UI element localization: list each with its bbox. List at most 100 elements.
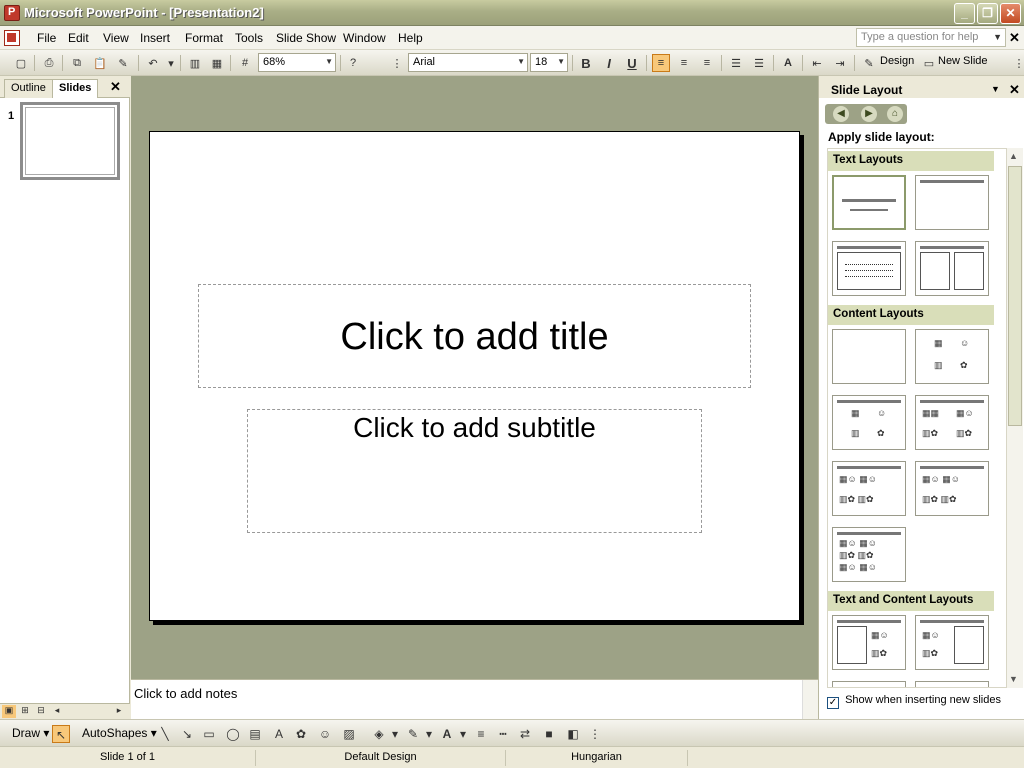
menu-slide-show[interactable]: Slide Show bbox=[276, 31, 336, 45]
task-pane-scrollbar[interactable]: ▲ ▼ bbox=[1007, 148, 1023, 688]
undo-dropdown-icon[interactable]: ▾ bbox=[162, 54, 180, 72]
layout-title-two-column-text[interactable] bbox=[915, 241, 989, 296]
show-when-inserting-option[interactable]: ✓ Show when inserting new slides bbox=[827, 694, 1001, 709]
menu-file[interactable]: File bbox=[37, 31, 56, 45]
bold-button[interactable]: B bbox=[577, 54, 595, 72]
menu-format[interactable]: Format bbox=[185, 31, 223, 45]
scroll-up-icon[interactable]: ▲ bbox=[1009, 151, 1018, 161]
layout-title-only[interactable] bbox=[915, 175, 989, 230]
arrow-style-icon[interactable]: ⇄ bbox=[516, 725, 534, 743]
font-color-dropdown-icon[interactable]: ▾ bbox=[454, 725, 472, 743]
powerpoint-app-icon[interactable] bbox=[4, 5, 20, 21]
title-placeholder[interactable]: Click to add title bbox=[198, 284, 751, 388]
line-icon[interactable]: ╲ bbox=[156, 725, 174, 743]
menu-help[interactable]: Help bbox=[398, 31, 423, 45]
layout-title-and-two-content[interactable]: ▦▦ ▦☺ ▥✿ ▥✿ bbox=[915, 395, 989, 450]
bullets-icon[interactable]: ☰ bbox=[750, 54, 768, 72]
layout-title-text-content[interactable]: ▦☺ ▥✿ bbox=[832, 615, 906, 670]
scroll-right-icon[interactable]: ▸ bbox=[112, 705, 126, 718]
wordart-icon[interactable]: A bbox=[270, 725, 288, 743]
menu-tools[interactable]: Tools bbox=[235, 31, 263, 45]
home-icon[interactable]: ⌂ bbox=[887, 106, 903, 122]
layout-partial[interactable] bbox=[915, 681, 989, 687]
increase-font-icon[interactable]: A bbox=[779, 54, 797, 72]
font-select[interactable]: Arial ▼ bbox=[408, 53, 528, 72]
picture-icon[interactable]: ▨ bbox=[340, 725, 358, 743]
document-icon[interactable] bbox=[4, 30, 20, 46]
layout-two-over-content[interactable]: ▦☺ ▦☺ ▥✿ ▥✿ bbox=[915, 461, 989, 516]
rectangle-icon[interactable]: ▭ bbox=[200, 725, 218, 743]
toolbar-options-icon[interactable]: ⋮ bbox=[586, 725, 604, 743]
forward-icon[interactable]: ▶ bbox=[861, 106, 877, 122]
oval-icon[interactable]: ◯ bbox=[224, 725, 242, 743]
design-icon[interactable]: ✎ bbox=[860, 54, 878, 72]
table-icon[interactable]: ▦ bbox=[208, 54, 226, 72]
toolbar-options-icon[interactable]: ⋮ bbox=[388, 54, 406, 72]
close-icon[interactable]: ✕ bbox=[110, 79, 121, 95]
help-dropdown-icon[interactable]: ▼ bbox=[993, 32, 1002, 42]
layout-four-content[interactable]: ▦☺ ▦☺ ▥✿ ▥✿ ▦☺ ▦☺ bbox=[832, 527, 906, 582]
layout-title-and-text[interactable] bbox=[832, 241, 906, 296]
underline-button[interactable]: U bbox=[623, 54, 641, 72]
help-search-input[interactable]: Type a question for help ▼ bbox=[856, 28, 1006, 47]
tab-outline[interactable]: Outline bbox=[4, 79, 53, 98]
copy-icon[interactable]: ⧉ bbox=[68, 54, 86, 72]
tab-slides[interactable]: Slides bbox=[52, 79, 99, 98]
grid-icon[interactable]: # bbox=[236, 54, 254, 72]
scroll-left-icon[interactable]: ◂ bbox=[50, 705, 64, 718]
fill-color-dropdown-icon[interactable]: ▾ bbox=[386, 725, 404, 743]
show-checkbox[interactable]: ✓ bbox=[827, 697, 839, 709]
menu-view[interactable]: View bbox=[103, 31, 129, 45]
toolbar-options-icon[interactable]: ⋮ bbox=[1010, 54, 1024, 72]
menu-window[interactable]: Window bbox=[343, 31, 386, 45]
clipart-icon[interactable]: ☺ bbox=[316, 725, 334, 743]
increase-indent-icon[interactable]: ⇥ bbox=[831, 54, 849, 72]
notes-scrollbar[interactable] bbox=[802, 680, 818, 720]
chart-icon[interactable]: ▥ bbox=[186, 54, 204, 72]
document-close-icon[interactable]: ✕ bbox=[1009, 30, 1020, 46]
layout-title-and-content[interactable]: ▦ ☺ ▥ ✿ bbox=[832, 395, 906, 450]
draw-menu-button[interactable]: Draw ▾ bbox=[12, 726, 49, 740]
zoom-select[interactable]: 68% ▼ bbox=[258, 53, 336, 72]
layout-title-slide[interactable] bbox=[832, 175, 906, 230]
diagram-icon[interactable]: ✿ bbox=[292, 725, 310, 743]
decrease-indent-icon[interactable]: ⇤ bbox=[808, 54, 826, 72]
scrollbar-thumb[interactable] bbox=[1008, 166, 1022, 426]
autoshapes-menu-button[interactable]: AutoShapes ▾ bbox=[82, 726, 157, 740]
back-icon[interactable]: ◀ bbox=[833, 106, 849, 122]
slide-canvas[interactable]: Click to add title Click to add subtitle bbox=[149, 131, 800, 621]
design-button[interactable]: Design bbox=[880, 55, 914, 67]
normal-view-icon[interactable]: ▣ bbox=[2, 705, 16, 718]
line-color-dropdown-icon[interactable]: ▾ bbox=[420, 725, 438, 743]
font-size-select[interactable]: 18 ▼ bbox=[530, 53, 568, 72]
line-style-icon[interactable]: ≡ bbox=[472, 725, 490, 743]
notes-placeholder[interactable]: Click to add notes bbox=[134, 686, 237, 701]
new-icon[interactable]: ▢ bbox=[12, 54, 30, 72]
new-slide-button[interactable]: New Slide bbox=[938, 55, 988, 67]
slide-thumbnail-frame[interactable] bbox=[20, 102, 120, 180]
undo-icon[interactable]: ↶ bbox=[144, 54, 162, 72]
scroll-down-icon[interactable]: ▼ bbox=[1009, 674, 1018, 684]
menu-insert[interactable]: Insert bbox=[140, 31, 170, 45]
paste-icon[interactable]: 📋 bbox=[91, 54, 109, 72]
select-pointer-icon[interactable]: ↖ bbox=[52, 725, 70, 743]
italic-button[interactable]: I bbox=[600, 54, 618, 72]
layout-partial[interactable] bbox=[832, 681, 906, 687]
align-right-icon[interactable]: ≡ bbox=[698, 54, 716, 72]
menu-edit[interactable]: Edit bbox=[68, 31, 89, 45]
align-center-icon[interactable]: ≡ bbox=[675, 54, 693, 72]
textbox-icon[interactable]: ▤ bbox=[246, 725, 264, 743]
dash-style-icon[interactable]: ┅ bbox=[494, 725, 512, 743]
align-left-icon[interactable]: ≡ bbox=[652, 54, 670, 72]
layout-blank[interactable] bbox=[832, 329, 906, 384]
layout-title-content-text[interactable]: ▦☺ ▥✿ bbox=[915, 615, 989, 670]
slide-thumbnail[interactable] bbox=[20, 102, 122, 256]
minimize-button[interactable]: _ bbox=[954, 3, 975, 24]
layout-content[interactable]: ▦ ☺ ▥ ✿ bbox=[915, 329, 989, 384]
close-button[interactable]: ✕ bbox=[1000, 3, 1021, 24]
slide-show-icon[interactable]: ⊟ bbox=[34, 705, 48, 718]
subtitle-placeholder[interactable]: Click to add subtitle bbox=[247, 409, 702, 533]
3d-style-icon[interactable]: ◧ bbox=[564, 725, 582, 743]
layout-content-over-two[interactable]: ▦☺ ▦☺ ▥✿ ▥✿ bbox=[832, 461, 906, 516]
arrow-icon[interactable]: ↘ bbox=[178, 725, 196, 743]
